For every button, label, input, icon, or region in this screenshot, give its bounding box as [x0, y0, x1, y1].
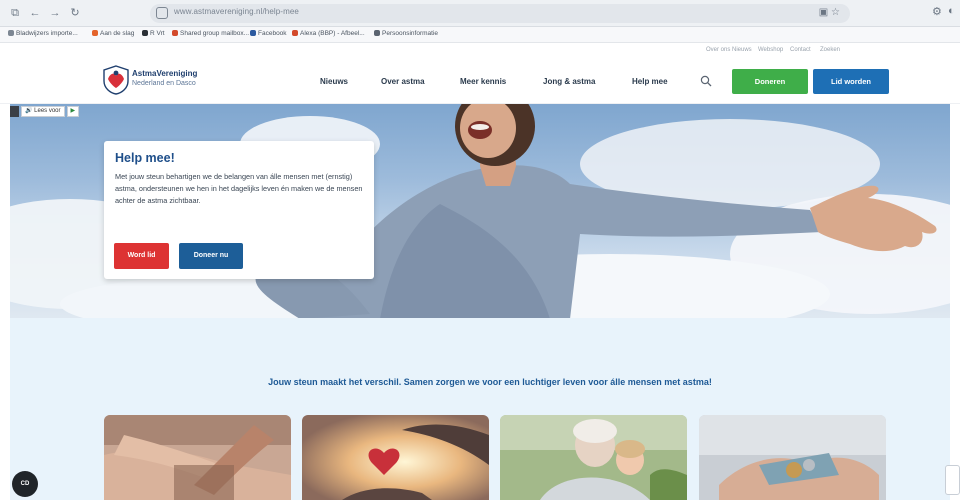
nrc-icon [142, 30, 148, 36]
browser-toolbar: ⧉ ← → ↻ www.astmavereniging.nl/help-mee … [0, 0, 960, 27]
nav-item-knowledge[interactable]: Meer kennis [460, 77, 506, 86]
bookmark-item[interactable]: R Vrt [142, 30, 165, 37]
logo-subtitle: Nederland en Dasco [132, 80, 196, 87]
photo-card-money[interactable] [699, 415, 886, 500]
grandparent-child-image [500, 415, 687, 500]
address-bar-actions-icon[interactable]: ▣ ☆ [819, 7, 840, 18]
readaloud-button[interactable]: 🔊 Lees voor [21, 106, 65, 117]
donate-button[interactable]: Doneren [732, 69, 808, 94]
nav-item-help[interactable]: Help mee [632, 77, 668, 86]
firefox-icon [92, 30, 98, 36]
readaloud-menu-icon[interactable] [10, 106, 19, 117]
photo-card-hands[interactable] [104, 415, 291, 500]
reload-icon[interactable]: ↻ [68, 6, 82, 20]
bookmark-label: Shared group mailbox... [180, 30, 250, 37]
nav-item-news[interactable]: Nieuws [320, 77, 348, 86]
back-icon[interactable]: ← [28, 6, 42, 20]
util-link-news[interactable]: Nieuws [732, 47, 752, 53]
bookmark-item[interactable]: Shared group mailbox... [172, 30, 249, 37]
bookmark-label: Alexa (BBP) - Afbeel... [300, 30, 365, 37]
bookmark-label: Bladwijzers importe... [16, 30, 78, 37]
facebook-icon [250, 30, 256, 36]
help-card-title: Help mee! [115, 151, 175, 165]
logo-shield-icon[interactable] [103, 65, 129, 95]
help-card-text: Met jouw steun behartigen we de belangen… [115, 172, 363, 205]
readaloud-label: Lees voor [34, 108, 61, 114]
become-member-cta-button[interactable]: Word lid [114, 243, 169, 269]
bookmarks-bar: Bladwijzers importe... Aan de slag R Vrt… [0, 27, 960, 43]
utility-bar: Over ons Nieuws Webshop Contact Zoeken [0, 44, 960, 58]
address-bar[interactable]: www.astmavereniging.nl/help-mee ▣ ☆ [150, 4, 850, 23]
util-link-shop[interactable]: Webshop [758, 47, 783, 53]
url-text: www.astmavereniging.nl/help-mee [174, 7, 299, 16]
profile-icon[interactable]: ◐ [948, 5, 955, 17]
bookmark-label: Persoonsinformatie [382, 30, 438, 37]
donate-cta-button[interactable]: Doneer nu [179, 243, 243, 269]
bookmark-item[interactable]: Aan de slag [92, 30, 134, 37]
bookmark-label: Facebook [258, 30, 287, 37]
money-in-hands-image [699, 415, 886, 500]
site-header: AstmaVereniging Nederland en Dasco Nieuw… [0, 58, 960, 104]
scroll-to-top-widget[interactable] [945, 465, 960, 495]
bookmark-item[interactable]: Persoonsinformatie [374, 30, 438, 37]
become-member-button[interactable]: Lid worden [813, 69, 889, 94]
globe-icon [374, 30, 380, 36]
help-card: Help mee! Met jouw steun behartigen we d… [104, 141, 374, 279]
bookmark-label: Aan de slag [100, 30, 135, 37]
stacked-hands-image [104, 415, 291, 500]
bookmark-item[interactable]: Alexa (BBP) - Afbeel... [292, 30, 365, 37]
logo-name: AstmaVereniging [132, 69, 198, 78]
bookmark-folder-icon [8, 30, 14, 36]
readaloud-toolbar: 🔊 Lees voor ▶ [10, 106, 80, 117]
logo-text[interactable]: AstmaVereniging Nederland en Dasco [132, 69, 197, 89]
chat-widget-button[interactable]: CD [12, 471, 38, 497]
sidebar-toggle-icon[interactable]: ⧉ [8, 6, 22, 20]
photo-card-heart[interactable] [302, 415, 489, 500]
bookmark-item[interactable]: Bladwijzers importe... [8, 30, 78, 37]
alexa-icon [292, 30, 298, 36]
support-tagline: Jouw steun maakt het verschil. Samen zor… [268, 377, 712, 387]
nav-item-young-asthma[interactable]: Jong & astma [543, 77, 595, 86]
photo-card-grandparent[interactable] [500, 415, 687, 500]
outlook-icon [172, 30, 178, 36]
util-link-search[interactable]: Zoeken [820, 47, 840, 53]
bookmark-label: R Vrt [150, 30, 165, 37]
forward-icon[interactable]: → [48, 6, 62, 20]
bookmark-item[interactable]: Facebook [250, 30, 287, 37]
heart-in-hands-image [302, 415, 489, 500]
util-link-about[interactable]: Over ons [706, 47, 730, 53]
extensions-icon[interactable]: ⚙ [932, 5, 942, 18]
search-icon[interactable] [700, 75, 712, 87]
site-info-icon[interactable] [156, 7, 168, 19]
util-link-contact[interactable]: Contact [790, 47, 811, 53]
nav-item-about-asthma[interactable]: Over astma [381, 77, 425, 86]
play-icon[interactable]: ▶ [66, 106, 80, 117]
